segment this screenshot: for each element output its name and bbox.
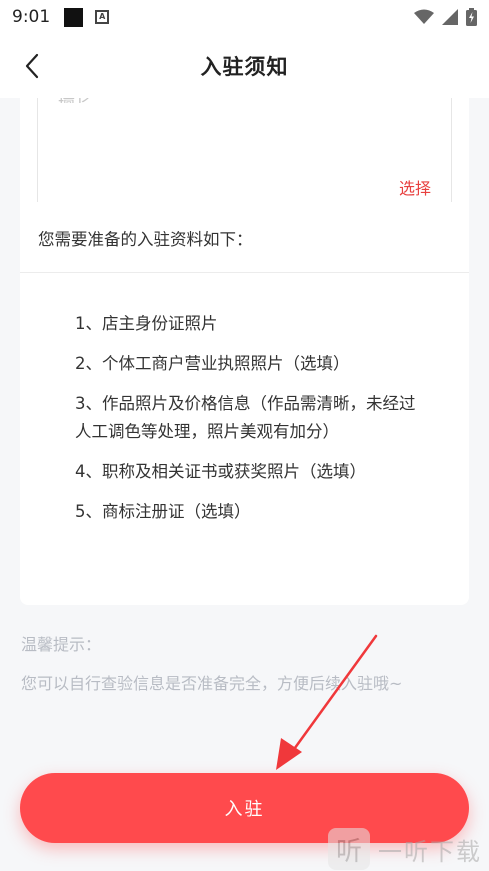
status-icons	[414, 8, 477, 26]
chevron-left-icon	[25, 53, 39, 79]
watermark-logo: 听 一听下载	[328, 828, 482, 870]
status-bar: 9:01 A	[0, 0, 489, 34]
battery-charging-icon	[466, 8, 477, 26]
tip-title: 温馨提示：	[21, 635, 102, 654]
a-badge-icon: A	[95, 10, 110, 24]
list-item: 4、职称及相关证书或获奖照片（选填）	[75, 462, 366, 481]
field-label: 擅长	[58, 98, 92, 103]
back-button[interactable]	[16, 50, 48, 82]
status-time: 9:01	[12, 7, 51, 27]
list-item: 5、商标注册证（选填）	[75, 502, 251, 521]
field-label-clip: 擅长	[58, 98, 178, 103]
watermark-text: 一听下载	[378, 837, 482, 866]
list-item: 1、店主身份证照片	[75, 314, 218, 333]
watermark-glyph-icon: 听	[328, 828, 370, 870]
list-item: 2、个体工商户营业执照照片（选填）	[75, 354, 350, 373]
tip-text: 您可以自行查验信息是否准备完全，方便后续入驻哦~	[21, 674, 403, 693]
requirements-list: 1、店主身份证照片 2、个体工商户营业执照照片（选填） 3、作品照片及价格信息（…	[75, 310, 425, 538]
requirements-heading: 您需要准备的入驻资料如下：	[38, 230, 253, 249]
notification-square-icon	[64, 7, 84, 27]
page-title: 入驻须知	[200, 55, 289, 79]
nav-bar: 入驻须知	[0, 34, 489, 98]
list-item: 3、作品照片及价格信息（作品需清晰，未经过人工调色等处理，照片美观有加分）	[75, 394, 416, 441]
wifi-icon	[414, 9, 434, 24]
divider	[20, 272, 469, 273]
scroll-content[interactable]: 擅长 茶道 选择 您需要准备的入驻资料如下： 1、店主身份证照片 2、个体工商户…	[0, 98, 489, 871]
requirements-card: 您需要准备的入驻资料如下： 1、店主身份证照片 2、个体工商户营业执照照片（选填…	[20, 202, 469, 605]
select-button[interactable]: 选择	[399, 175, 431, 199]
signal-icon	[442, 9, 458, 25]
submit-label: 入驻	[224, 799, 265, 820]
